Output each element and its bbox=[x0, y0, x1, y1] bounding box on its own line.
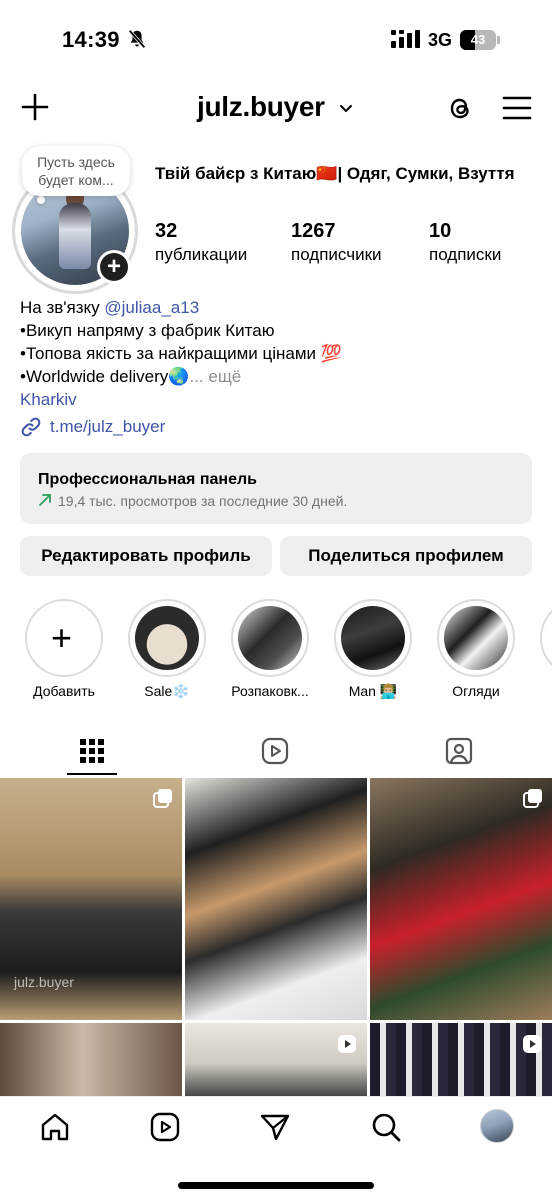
link-icon bbox=[21, 417, 41, 437]
menu-icon[interactable] bbox=[502, 94, 532, 122]
carousel-icon bbox=[153, 789, 172, 808]
tagged-icon[interactable] bbox=[444, 736, 474, 766]
reels-icon[interactable] bbox=[260, 736, 290, 766]
trend-arrow-icon bbox=[39, 494, 51, 506]
grid-icon[interactable] bbox=[77, 736, 107, 766]
bio: На зв'язку @juliaa_a13 •Викуп напряму з … bbox=[20, 296, 540, 411]
panel-subtitle: 19,4 тыс. просмотров за последние 30 дне… bbox=[58, 493, 348, 509]
username-title[interactable]: julz.buyer bbox=[197, 91, 325, 123]
highlight-cover bbox=[341, 606, 405, 670]
threads-icon[interactable] bbox=[444, 92, 476, 124]
highlight-add-ring[interactable]: + bbox=[25, 599, 103, 677]
plus-icon[interactable] bbox=[20, 92, 50, 122]
reel-badge-icon bbox=[338, 1035, 356, 1053]
highlight-label: Огляди bbox=[452, 683, 500, 699]
profile-link-text[interactable]: t.me/julz_buyer bbox=[50, 416, 165, 438]
status-bar: 14:39 3G 43 bbox=[0, 0, 552, 80]
highlight-item[interactable]: Man 👨🏼‍💻 bbox=[334, 599, 412, 700]
bio-line: •Worldwide delivery🌏 bbox=[20, 367, 190, 386]
post-thumbnail[interactable]: julz.buyer bbox=[0, 778, 182, 1020]
bio-mention-link[interactable]: @juliaa_a13 bbox=[104, 298, 199, 317]
stat-following[interactable]: 10 подписки bbox=[429, 219, 501, 266]
stat-followers[interactable]: 1267 подписчики bbox=[291, 219, 382, 266]
highlight-item[interactable]: Огляди bbox=[437, 599, 515, 699]
post-thumbnail[interactable] bbox=[185, 778, 367, 1020]
note-bubble[interactable]: Пусть здесь будет ком... bbox=[22, 146, 130, 196]
professional-dashboard[interactable]: Профессиональная панель 19,4 тыс. просмо… bbox=[20, 453, 532, 524]
home-indicator bbox=[178, 1182, 374, 1189]
stat-posts-label: публикации bbox=[155, 245, 248, 264]
bio-line: •Викуп напряму з фабрик Китаю bbox=[20, 321, 275, 340]
status-time: 14:39 bbox=[62, 27, 120, 52]
search-icon[interactable] bbox=[370, 1111, 402, 1143]
add-story-button[interactable]: + bbox=[97, 250, 131, 284]
stat-following-value: 10 bbox=[429, 220, 452, 242]
highlight-add[interactable]: + Добавить bbox=[25, 599, 103, 699]
reel-badge-icon bbox=[523, 1035, 541, 1053]
profile-title: Твій байєр з Китаю🇨🇳| Одяг, Сумки, Взутт… bbox=[155, 164, 515, 183]
stat-following-label: подписки bbox=[429, 245, 502, 264]
highlight-label: Розпаковк... bbox=[231, 683, 309, 699]
bio-city-link[interactable]: Kharkiv bbox=[20, 388, 540, 411]
highlight-item-partial[interactable] bbox=[540, 599, 552, 677]
battery-level: 43 bbox=[470, 32, 486, 47]
plus-icon: + bbox=[51, 617, 73, 658]
stat-posts-value: 32 bbox=[155, 220, 178, 242]
profile-nav-avatar[interactable] bbox=[480, 1109, 514, 1143]
highlight-label: Sale❄️ bbox=[144, 683, 190, 699]
bio-prefix: На зв'язку bbox=[20, 298, 105, 317]
stat-followers-value: 1267 bbox=[291, 220, 336, 242]
edit-profile-button[interactable]: Редактировать профиль bbox=[20, 536, 272, 576]
highlight-cover bbox=[444, 606, 508, 670]
posts-grid: julz.buyer bbox=[0, 778, 552, 1096]
stat-followers-label: подписчики bbox=[291, 245, 382, 264]
carousel-icon bbox=[523, 789, 542, 808]
highlight-item[interactable]: Sale❄️ bbox=[128, 599, 206, 700]
post-thumbnail[interactable] bbox=[0, 1023, 182, 1096]
panel-title: Профессиональная панель bbox=[38, 471, 257, 488]
chevron-down-icon[interactable] bbox=[338, 101, 354, 117]
share-profile-button[interactable]: Поделиться профилем bbox=[280, 536, 532, 576]
reels-nav-icon[interactable] bbox=[149, 1111, 181, 1143]
highlight-label: Добавить bbox=[33, 683, 95, 699]
bio-line: •Топова якість за найкращими цінами 💯 bbox=[20, 344, 342, 363]
home-icon[interactable] bbox=[39, 1111, 71, 1143]
note-bubble-tail bbox=[37, 196, 45, 204]
battery-icon: 43 bbox=[460, 30, 500, 50]
post-watermark: julz.buyer bbox=[14, 974, 74, 990]
post-thumbnail[interactable] bbox=[370, 778, 552, 1020]
highlight-cover bbox=[238, 606, 302, 670]
bell-muted-icon bbox=[128, 29, 146, 49]
signal-icon bbox=[391, 30, 420, 48]
highlight-label: Man 👨🏼‍💻 bbox=[348, 683, 398, 699]
bio-contact-line: На зв'язку @juliaa_a13 bbox=[20, 296, 540, 319]
stat-posts[interactable]: 32 публикации bbox=[155, 219, 247, 266]
tab-active-indicator bbox=[67, 773, 117, 775]
bio-more-link[interactable]: ... ещё bbox=[189, 367, 241, 386]
direct-icon[interactable] bbox=[259, 1111, 291, 1143]
highlight-item[interactable]: Розпаковк... bbox=[231, 599, 309, 699]
highlight-cover bbox=[135, 606, 199, 670]
bio-line-last: •Worldwide delivery🌏... ещё bbox=[20, 365, 540, 388]
network-type: 3G bbox=[428, 30, 453, 50]
